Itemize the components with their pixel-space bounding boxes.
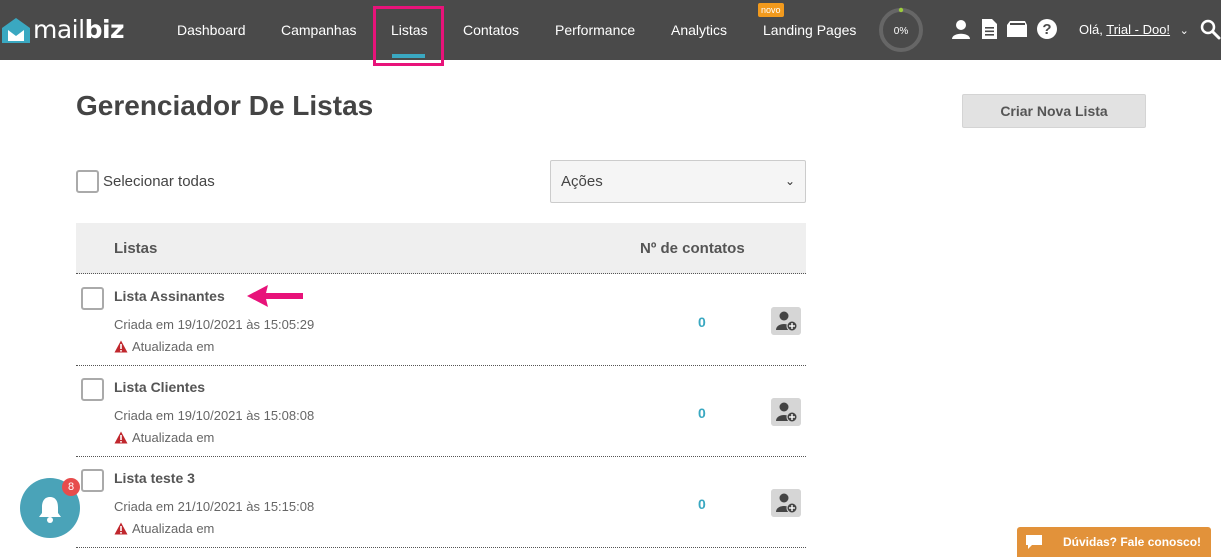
- chevron-down-icon: ⌄: [784, 174, 795, 188]
- user-name-link[interactable]: Trial - Doo!: [1106, 22, 1170, 37]
- chevron-down-icon[interactable]: ⌄: [1180, 25, 1189, 37]
- folder-icon[interactable]: [1006, 18, 1028, 40]
- table-header: Listas Nº de contatos: [76, 223, 806, 274]
- list-updated: Atualizada em: [114, 521, 214, 536]
- warning-icon: [114, 340, 128, 353]
- list-name[interactable]: Lista teste 3: [114, 470, 195, 486]
- help-icon[interactable]: ?: [1036, 18, 1058, 40]
- list-created-date: Criada em 19/10/2021 às 15:08:08: [114, 408, 315, 423]
- svg-text:?: ?: [1042, 21, 1051, 38]
- select-all-checkbox[interactable]: [76, 170, 99, 193]
- row-checkbox[interactable]: [81, 469, 104, 492]
- user-greeting[interactable]: Olá, Trial - Doo! ⌄: [1079, 0, 1189, 60]
- document-icon[interactable]: [978, 18, 1000, 40]
- logo-text: mailbiz: [33, 15, 125, 44]
- nav-listas-highlight: [373, 6, 444, 66]
- contact-count[interactable]: 0: [698, 496, 706, 512]
- page-title: Gerenciador De Listas: [76, 90, 374, 121]
- list-updated-label: Atualizada em: [132, 521, 215, 536]
- chat-bubble-icon: [1017, 527, 1051, 557]
- select-all[interactable]: Selecionar todas: [76, 170, 215, 193]
- contact-count[interactable]: 0: [698, 405, 706, 421]
- nav-contatos[interactable]: Contatos: [463, 0, 519, 60]
- add-contact-icon[interactable]: [771, 489, 801, 517]
- greeting-text: Olá,: [1079, 22, 1103, 37]
- mailbiz-logo[interactable]: mailbiz: [0, 12, 125, 48]
- contact-count[interactable]: 0: [698, 314, 706, 330]
- top-navigation-bar: mailbiz Dashboard Campanhas Listas Conta…: [0, 0, 1221, 66]
- row-checkbox[interactable]: [81, 378, 104, 401]
- list-updated: Atualizada em: [114, 430, 214, 445]
- help-chat-label: Dúvidas? Fale conosco!: [1063, 535, 1202, 549]
- nav-dashboard[interactable]: Dashboard: [177, 0, 246, 60]
- row-checkbox[interactable]: [81, 287, 104, 310]
- list-created-date: Criada em 19/10/2021 às 15:05:29: [114, 317, 315, 332]
- actions-dropdown-value: Ações: [561, 173, 603, 190]
- table-row: Lista teste 3 Criada em 21/10/2021 às 15…: [76, 457, 806, 548]
- nav-analytics[interactable]: Analytics: [671, 0, 727, 60]
- actions-dropdown[interactable]: Ações ⌄: [550, 160, 806, 203]
- search-icon[interactable]: [1200, 19, 1221, 40]
- column-header-contacts: Nº de contatos: [640, 240, 745, 257]
- user-icon[interactable]: [950, 18, 972, 40]
- list-updated-label: Atualizada em: [132, 339, 215, 354]
- column-header-lists: Listas: [114, 240, 158, 257]
- list-created-date: Criada em 21/10/2021 às 15:15:08: [114, 499, 315, 514]
- usage-progress-label: 0%: [894, 26, 909, 37]
- select-all-label: Selecionar todas: [103, 173, 215, 190]
- nav-performance[interactable]: Performance: [555, 0, 635, 60]
- list-updated-label: Atualizada em: [132, 430, 215, 445]
- annotation-arrow-icon: [247, 285, 303, 307]
- create-list-button[interactable]: Criar Nova Lista: [962, 94, 1146, 128]
- logo-house-icon: [2, 18, 30, 43]
- warning-icon: [114, 431, 128, 444]
- table-row: Lista Assinantes Criada em 19/10/2021 às…: [76, 275, 806, 366]
- list-updated: Atualizada em: [114, 339, 214, 354]
- table-row: Lista Clientes Criada em 19/10/2021 às 1…: [76, 366, 806, 457]
- add-contact-icon[interactable]: [771, 307, 801, 335]
- usage-progress-ring[interactable]: 0%: [878, 7, 924, 53]
- list-name[interactable]: Lista Clientes: [114, 379, 205, 395]
- novo-badge: novo: [758, 3, 784, 17]
- warning-icon: [114, 522, 128, 535]
- notification-count-badge: 8: [62, 478, 80, 496]
- nav-campanhas[interactable]: Campanhas: [281, 0, 357, 60]
- help-chat-button[interactable]: Dúvidas? Fale conosco!: [1017, 527, 1211, 557]
- add-contact-icon[interactable]: [771, 398, 801, 426]
- list-name[interactable]: Lista Assinantes: [114, 288, 225, 304]
